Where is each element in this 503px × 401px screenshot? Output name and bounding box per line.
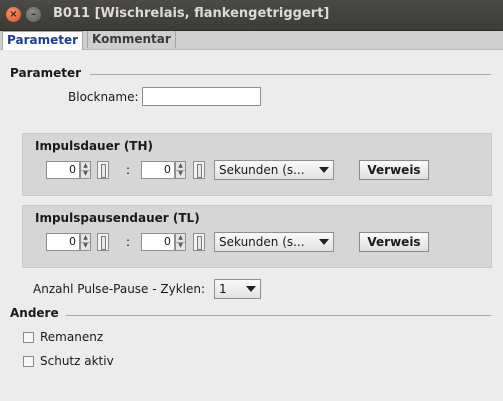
andere-separator [66,315,491,316]
impulspausendauer-unit-select[interactable]: Sekunden (s... [214,232,334,252]
impulsdauer-title: Impulsdauer (TH) [35,139,154,153]
chevron-down-icon[interactable]: ▼ [81,242,90,250]
impulsdauer-value1-stepper[interactable]: ▲ ▼ [80,161,91,179]
chevron-down-icon[interactable]: ▼ [81,170,90,178]
schutz-aktiv-checkbox[interactable] [23,356,34,367]
blockname-input[interactable] [142,87,261,106]
impulspausendauer-value2-stepper[interactable]: ▲ ▼ [175,233,186,251]
cycles-value: 1 [219,282,227,296]
dropdown-arrow-icon [246,286,256,292]
cycles-select[interactable]: 1 [214,279,261,299]
impulsdauer-value2-slider-icon[interactable] [193,161,205,179]
chevron-down-icon[interactable]: ▼ [176,242,185,250]
andere-section-title: Andere [10,306,59,320]
impulsdauer-colon: : [126,163,131,177]
close-icon[interactable]: × [6,7,21,22]
impulspausendauer-value2-slider-icon[interactable] [193,233,205,251]
blockname-label: Blockname: [68,90,139,104]
impulsdauer-value2-input[interactable]: 0 [141,161,175,179]
impulspausendauer-value1-slider-icon[interactable] [97,233,109,251]
tab-parameter[interactable]: Parameter [2,31,84,50]
impulspausendauer-value1-input[interactable]: 0 [46,233,80,251]
impulsdauer-value2-stepper[interactable]: ▲ ▼ [175,161,186,179]
impulspausendauer-colon: : [126,235,131,249]
minimize-icon[interactable]: – [26,7,41,22]
title-bar: × – B011 [Wischrelais, flankengetriggert… [0,0,503,31]
impulsdauer-verweis-button[interactable]: Verweis [359,160,429,180]
impulspausendauer-panel: Impulspausendauer (TL) 0 ▲ ▼ : 0 ▲ ▼ Sek… [22,205,492,268]
dropdown-arrow-icon [319,239,329,245]
impulspausendauer-verweis-button[interactable]: Verweis [359,232,429,252]
impulsdauer-panel: Impulsdauer (TH) 0 ▲ ▼ : 0 ▲ ▼ Sekunden … [22,133,492,196]
window-title: B011 [Wischrelais, flankengetriggert] [53,6,330,21]
impulsdauer-value1-slider-icon[interactable] [97,161,109,179]
impulspausendauer-value1-stepper[interactable]: ▲ ▼ [80,233,91,251]
chevron-down-icon[interactable]: ▼ [176,170,185,178]
dropdown-arrow-icon [319,167,329,173]
tab-kommentar[interactable]: Kommentar [87,31,176,48]
schutz-aktiv-label: Schutz aktiv [40,354,114,368]
parameter-separator [90,74,491,75]
impulspausendauer-title: Impulspausendauer (TL) [35,211,200,225]
cycles-label: Anzahl Pulse-Pause - Zyklen: [33,282,206,296]
impulspausendauer-unit-value: Sekunden (s... [219,235,305,249]
remanenz-checkbox[interactable] [23,332,34,343]
impulspausendauer-value2-input[interactable]: 0 [141,233,175,251]
parameter-section-title: Parameter [10,66,82,80]
tab-bar: Parameter Kommentar [0,31,503,50]
impulsdauer-unit-select[interactable]: Sekunden (s... [214,160,334,180]
impulsdauer-value1-input[interactable]: 0 [46,161,80,179]
remanenz-label: Remanenz [40,330,104,344]
impulsdauer-unit-value: Sekunden (s... [219,163,305,177]
